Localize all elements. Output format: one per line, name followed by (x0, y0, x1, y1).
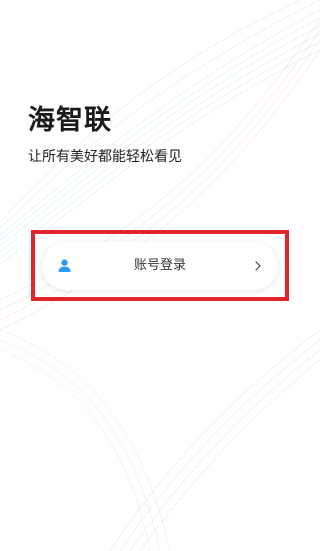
account-login-label: 账号登录 (133, 258, 186, 273)
chevron-right-icon (255, 261, 261, 271)
app-slogan: 让所有美好都能轻松看见 (28, 149, 182, 165)
app-title: 海智联 (28, 105, 112, 136)
account-login-button[interactable]: 账号登录 (42, 242, 278, 290)
